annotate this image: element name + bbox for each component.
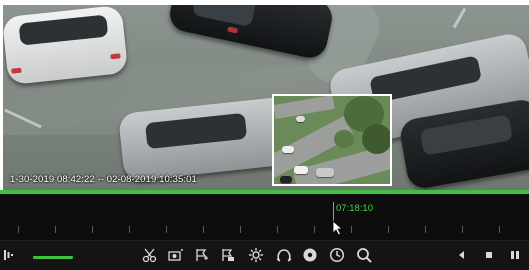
rewind-icon <box>459 251 464 259</box>
record-button[interactable] <box>300 246 320 264</box>
video-feed[interactable]: 1-30-2019 08:42:22 -- 02-08-2019 10:35:0… <box>3 5 529 190</box>
stop-button[interactable] <box>479 246 499 264</box>
timeline[interactable]: 07:18:10 <box>0 194 529 240</box>
timeline-tick <box>314 226 315 233</box>
timeline-tick <box>129 226 130 233</box>
pip-road <box>274 96 335 120</box>
rewind-button[interactable] <box>452 246 472 264</box>
timeline-tick <box>92 226 93 233</box>
pip-car <box>294 166 308 174</box>
pip-car <box>316 168 334 177</box>
settings-icon <box>249 248 263 262</box>
timeline-cursor-time: 07:18:10 <box>336 203 373 214</box>
pause-icon <box>511 251 519 259</box>
playback-player: 1-30-2019 08:42:22 -- 02-08-2019 10:35:0… <box>0 0 529 270</box>
timeline-tick <box>462 226 463 233</box>
clock-button[interactable] <box>327 246 347 264</box>
recording-time-range: 1-30-2019 08:42:22 -- 02-08-2019 10:35:0… <box>10 174 197 185</box>
pip-car <box>296 116 305 122</box>
pip-thumbnail[interactable] <box>272 94 392 186</box>
parked-car <box>166 5 336 61</box>
clock-icon <box>329 247 345 263</box>
mouse-pointer-icon <box>332 220 344 236</box>
parked-car <box>3 5 129 86</box>
menu-bars-icon[interactable] <box>4 249 14 261</box>
timeline-tick <box>203 226 204 233</box>
clip-icon <box>142 248 157 263</box>
volume-slider[interactable] <box>33 256 73 259</box>
custom-tag-icon <box>222 249 234 261</box>
pause-button[interactable] <box>505 246 525 264</box>
snapshot-button[interactable] <box>166 246 186 264</box>
timeline-tick <box>55 226 56 233</box>
custom-tag-button[interactable] <box>218 246 238 264</box>
search-button[interactable] <box>354 246 374 264</box>
settings-button[interactable] <box>246 246 266 264</box>
tag-icon <box>196 249 208 261</box>
search-icon <box>357 248 372 263</box>
timeline-tick <box>277 226 278 233</box>
snapshot-icon <box>168 249 183 261</box>
timeline-tick <box>351 226 352 233</box>
timeline-tick <box>425 226 426 233</box>
timeline-tick <box>499 226 500 233</box>
timeline-tick <box>388 226 389 233</box>
playback-toolbar <box>0 240 529 270</box>
record-icon <box>303 248 317 262</box>
stop-icon <box>486 252 492 258</box>
pip-tree <box>362 124 390 154</box>
pip-tree <box>334 130 354 148</box>
digital-zoom-button[interactable] <box>274 246 294 264</box>
tag-button[interactable] <box>192 246 212 264</box>
pip-car <box>282 146 294 153</box>
timeline-tick <box>240 226 241 233</box>
digital-zoom-icon <box>276 249 292 262</box>
timeline-tick <box>18 226 19 233</box>
clip-button[interactable] <box>140 246 160 264</box>
timeline-tick <box>166 226 167 233</box>
pip-car <box>280 176 292 183</box>
lane-marking <box>452 7 467 29</box>
